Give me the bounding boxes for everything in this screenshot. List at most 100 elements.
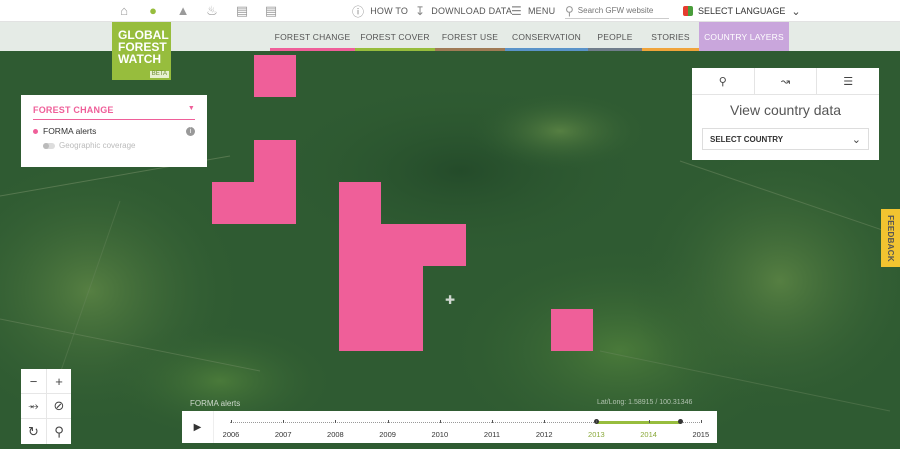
- zoom-out-button[interactable]: −: [21, 369, 46, 394]
- timeline-tick: [700, 420, 702, 423]
- share-icon: ⥇: [28, 398, 39, 413]
- timeline-tick: [335, 420, 337, 423]
- timeline-tick: [283, 420, 285, 423]
- menu-label: MENU: [527, 6, 556, 16]
- timeline-end-handle[interactable]: [678, 419, 683, 424]
- tab-forest-use[interactable]: FOREST USE: [435, 22, 505, 51]
- truck-icon[interactable]: ▤: [234, 3, 250, 19]
- timeline-year-2008[interactable]: 2008: [327, 430, 344, 439]
- forma-alert-cell[interactable]: [339, 266, 423, 351]
- info-icon[interactable]: i: [186, 126, 195, 136]
- latlon-readout: Lat/Long: 1.58915 / 100.31346: [597, 399, 693, 406]
- play-button[interactable]: ▶: [182, 411, 214, 443]
- timeline-tick: [439, 420, 441, 423]
- forma-alert-cell[interactable]: [212, 182, 296, 224]
- feedback-label: FEEDBACK: [886, 214, 896, 262]
- timeline-year-2011[interactable]: 2011: [484, 430, 500, 439]
- active-layer-label: FORMA alerts: [190, 399, 241, 408]
- timeline-tick: [544, 420, 546, 423]
- caret-down-icon: ▼: [187, 105, 195, 112]
- crosshair-icon: ✚: [445, 293, 456, 307]
- forma-alert-cell[interactable]: [339, 224, 466, 266]
- timeline-year-2010[interactable]: 2010: [431, 430, 448, 439]
- beta-badge: BETA: [149, 71, 169, 78]
- how-to-link[interactable]: ⓘ HOW TO: [352, 0, 408, 22]
- forma-alert-cell[interactable]: [254, 140, 296, 182]
- select-country-dropdown[interactable]: SELECT COUNTRY ⌄: [702, 128, 869, 150]
- globe-icon[interactable]: ●: [145, 3, 161, 19]
- forma-alerts-layer[interactable]: FORMA alerts i: [33, 126, 195, 136]
- logo-line-3: WATCH: [118, 52, 162, 66]
- menu-link[interactable]: ☰ MENU: [511, 0, 555, 22]
- chevron-down-icon: ⌄: [791, 5, 801, 18]
- download-icon: ↧: [415, 4, 426, 18]
- search-icon: ⚲: [565, 3, 574, 18]
- timeline-tick: [596, 420, 598, 423]
- layer-color-dot: [33, 128, 38, 134]
- tab-label: PEOPLE: [597, 31, 633, 42]
- download-label: DOWNLOAD DATA: [431, 6, 513, 16]
- question-icon: ⓘ: [352, 4, 365, 19]
- timeline-year-2013[interactable]: 2013: [588, 430, 605, 439]
- eye-slash-icon: ⊘: [53, 398, 65, 413]
- hide-panels-button[interactable]: ⊘: [46, 394, 71, 419]
- fire-icon[interactable]: ♨: [204, 3, 220, 19]
- play-icon: ▶: [193, 421, 202, 433]
- language-label: SELECT LANGUAGE: [698, 6, 786, 16]
- timeline-year-2009[interactable]: 2009: [379, 430, 396, 439]
- language-selector[interactable]: SELECT LANGUAGE ⌄: [683, 0, 801, 22]
- timeline-tick: [231, 420, 232, 423]
- timeline-year-2006[interactable]: 2006: [223, 430, 240, 439]
- layer-panel-title: FOREST CHANGE: [33, 105, 114, 115]
- menu-icon: ☰: [511, 4, 522, 18]
- gfw-logo[interactable]: GLOBAL FOREST WATCH BETA: [112, 22, 171, 80]
- search-input[interactable]: [577, 6, 664, 15]
- tab-forest-cover[interactable]: FOREST COVER: [355, 22, 435, 51]
- layer-panel: FOREST CHANGE ▼ FORMA alerts i Geographi…: [21, 95, 207, 167]
- google-translate-icon: [683, 6, 693, 16]
- timeline-year-2014[interactable]: 2014: [640, 430, 657, 439]
- tab-label: FOREST COVER: [360, 31, 430, 42]
- how-to-label: HOW TO: [370, 6, 409, 16]
- timeline-tick: [648, 420, 650, 423]
- layer-panel-header[interactable]: FOREST CHANGE ▼: [33, 105, 195, 120]
- toggle-switch[interactable]: [43, 142, 55, 149]
- search-box: ⚲: [565, 3, 669, 19]
- country-panel-title: View country data: [729, 102, 842, 118]
- home-icon[interactable]: ⌂: [116, 3, 132, 19]
- forma-alert-cell[interactable]: [254, 55, 296, 97]
- trees-icon[interactable]: ▲: [175, 3, 191, 19]
- search-map-button[interactable]: ⚲: [46, 419, 71, 444]
- timeline: ▶ 2006 2007 2008 2009 2010 2011 2012 2013 2014 20…: [182, 411, 717, 443]
- download-data-link[interactable]: ↧ DOWNLOAD DATA: [415, 0, 512, 22]
- document-icon[interactable]: ▤: [263, 3, 279, 19]
- forma-alert-cell[interactable]: [551, 309, 593, 351]
- tab-label: FOREST USE: [441, 31, 499, 42]
- timeline-selected-range: [596, 421, 681, 424]
- timeline-year-2007[interactable]: 2007: [275, 430, 292, 439]
- timeline-year-2012[interactable]: 2012: [536, 430, 553, 439]
- share-button[interactable]: ⥇: [21, 394, 46, 419]
- tab-conservation[interactable]: CONSERVATION: [505, 22, 588, 51]
- search-icon: ⚲: [54, 423, 64, 439]
- tab-label: COUNTRY LAYERS: [704, 31, 784, 42]
- tab-analysis[interactable]: ⚲: [692, 68, 755, 94]
- timeline-year-2015[interactable]: 2015: [692, 430, 709, 439]
- tab-forest-change[interactable]: FOREST CHANGE: [270, 22, 355, 51]
- tab-people[interactable]: PEOPLE: [588, 22, 642, 51]
- timeline-tick: [387, 420, 389, 423]
- forma-alert-cell[interactable]: [339, 182, 381, 224]
- top-utility-bar: ⌂ ● ▲ ♨ ▤ ▤ ⓘ HOW TO ↧ DOWNLOAD DATA ☰ M…: [0, 0, 900, 22]
- feedback-button[interactable]: FEEDBACK: [881, 209, 900, 267]
- map-controls: − + ⥇ ⊘ ↻ ⚲: [21, 369, 71, 444]
- tab-layers[interactable]: ☰: [817, 68, 879, 94]
- line-chart-icon: ↝: [780, 75, 791, 88]
- reset-button[interactable]: ↻: [21, 419, 46, 444]
- tab-charts[interactable]: ↝: [755, 68, 818, 94]
- tab-label: CONSERVATION: [512, 31, 581, 42]
- geographic-coverage-toggle[interactable]: Geographic coverage: [43, 141, 195, 150]
- tab-stories[interactable]: STORIES: [642, 22, 699, 51]
- zoom-in-button[interactable]: +: [46, 369, 71, 394]
- layers-icon: ☰: [843, 75, 854, 88]
- tab-country-layers[interactable]: COUNTRY LAYERS: [699, 22, 789, 51]
